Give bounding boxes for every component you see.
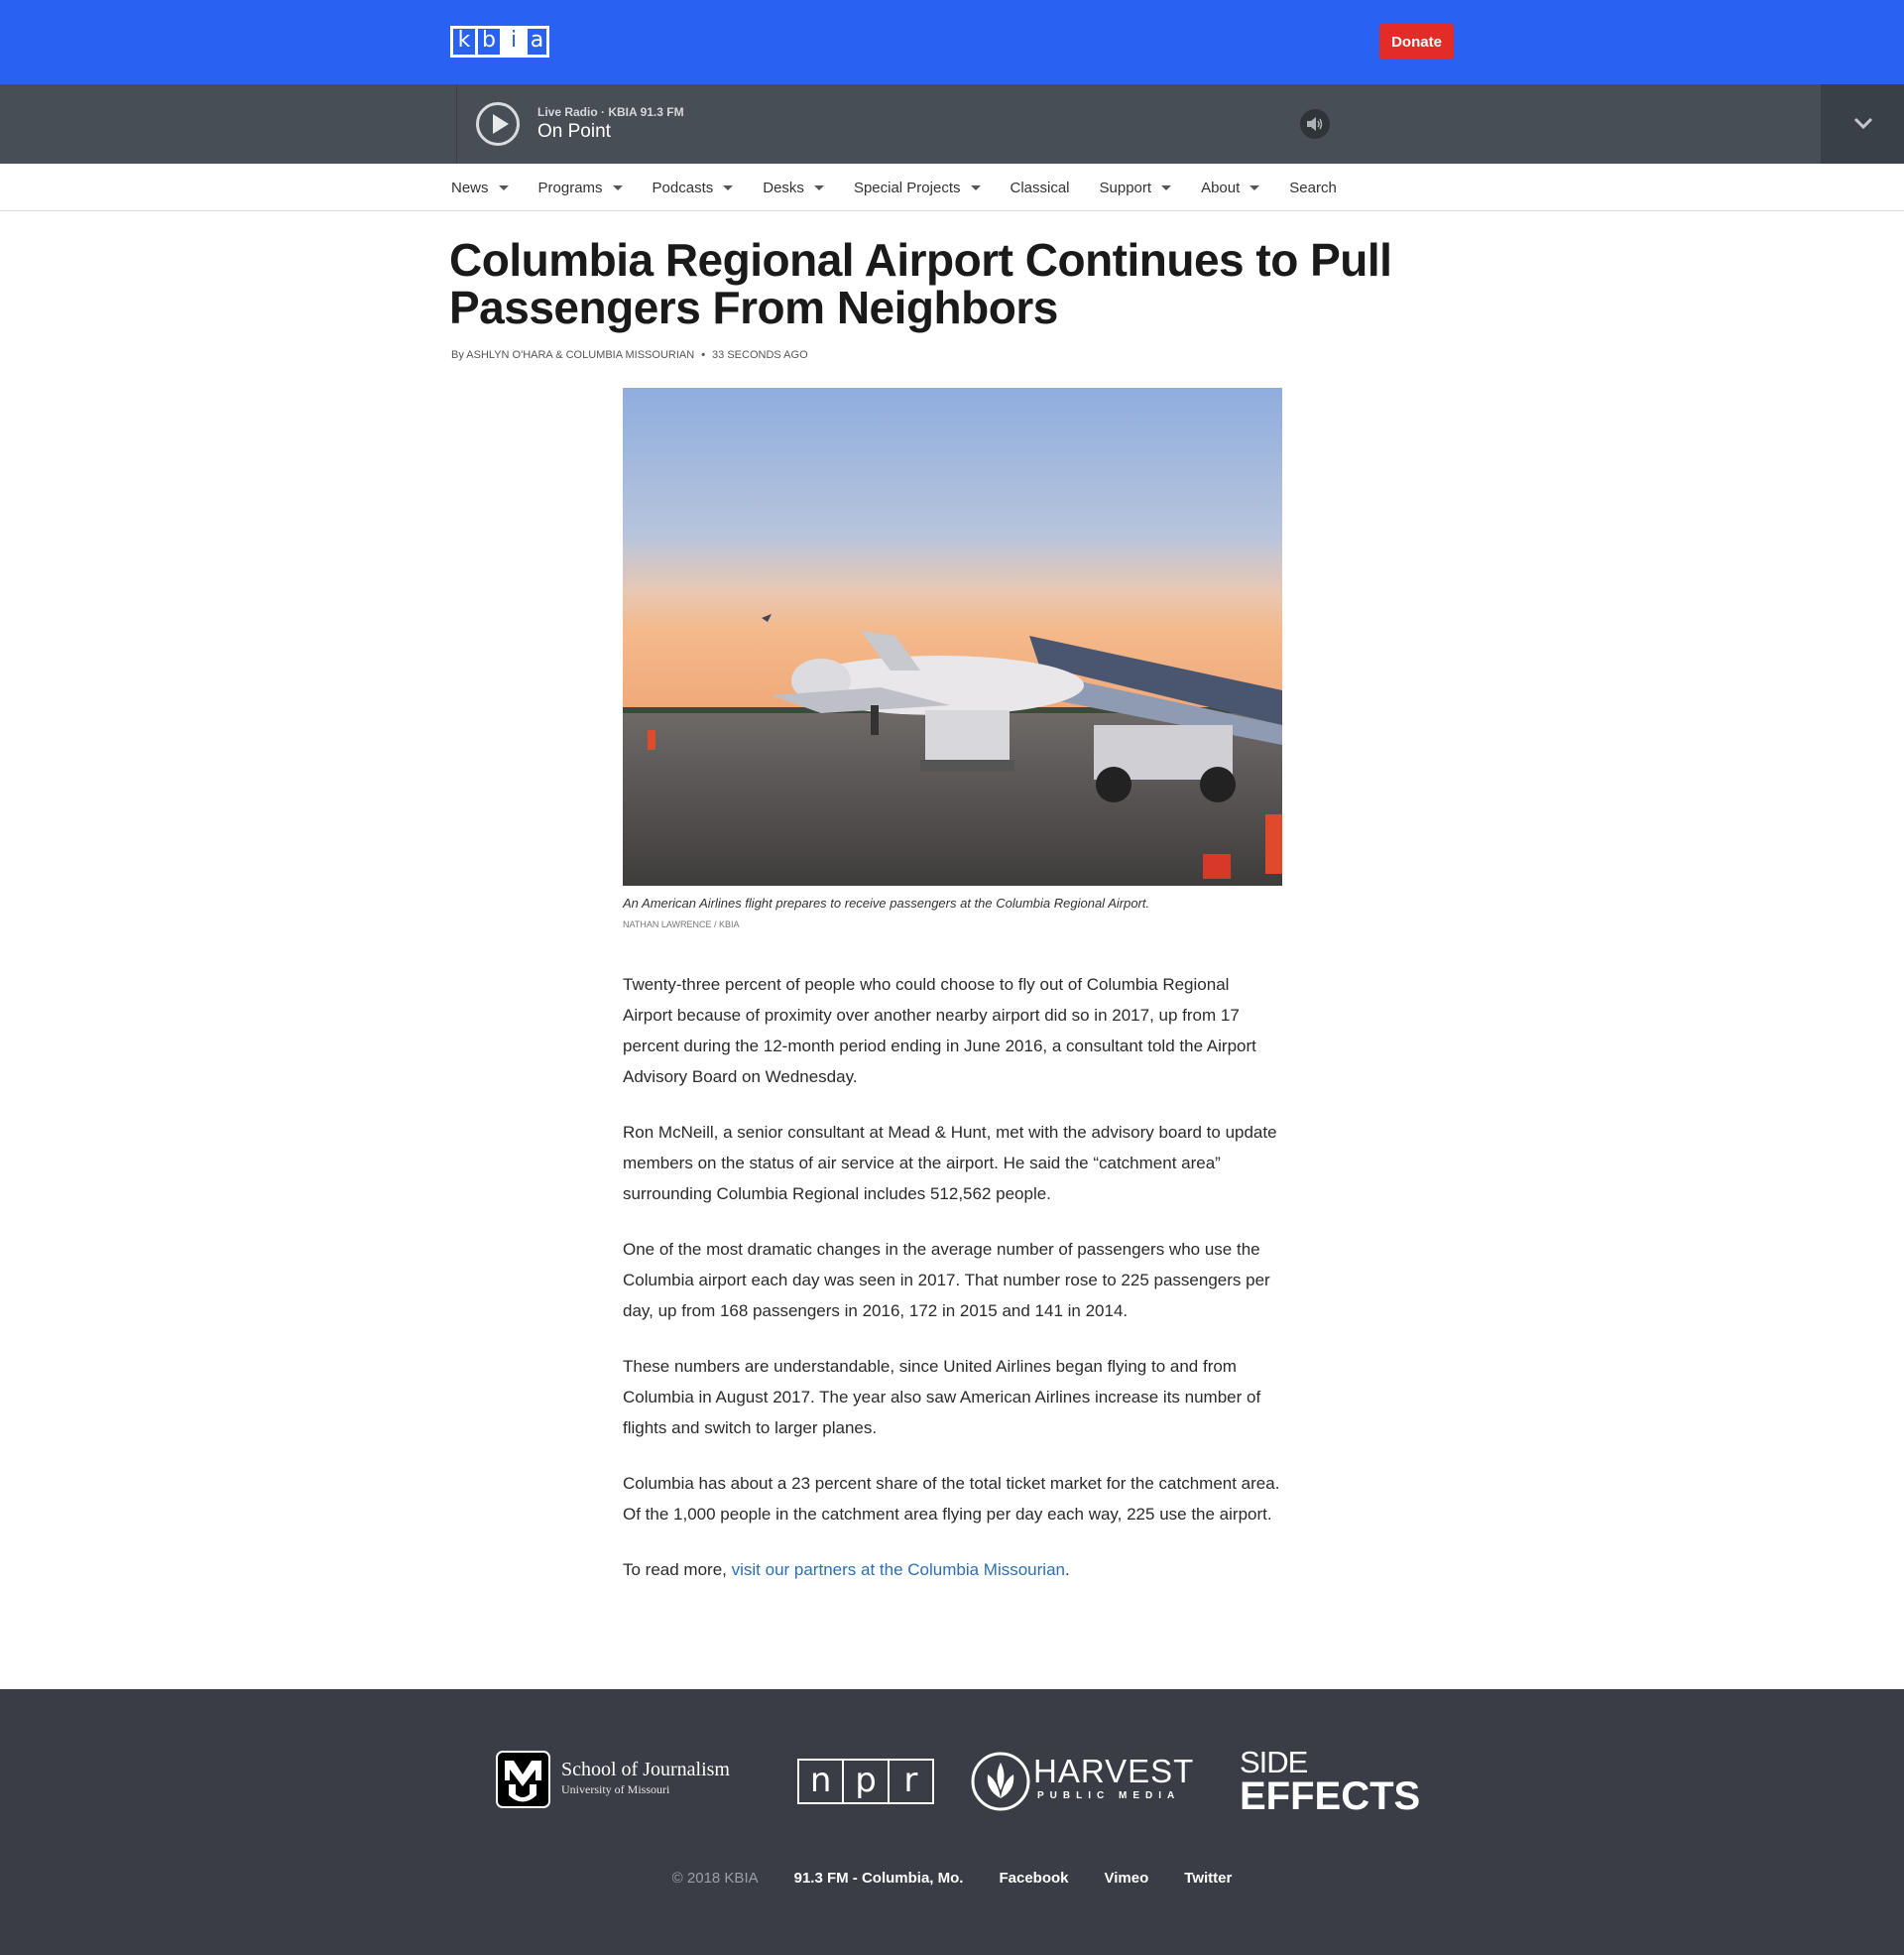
radio-player: Live Radio · KBIA 91.3 FM On Point xyxy=(456,84,1904,164)
nav-item-label: Desks xyxy=(763,179,804,196)
caret-down-icon xyxy=(1161,184,1172,190)
article-paragraph: Ron McNeill, a senior consultant at Mead… xyxy=(623,1123,1277,1203)
harvest-title: HARVEST xyxy=(1033,1753,1195,1789)
play-button[interactable] xyxy=(476,102,520,146)
logo-letter: k xyxy=(450,26,475,58)
speaker-icon xyxy=(1307,117,1323,131)
article-paragraph: Twenty-three percent of people who could… xyxy=(623,975,1256,1086)
caret-down-icon xyxy=(612,184,623,190)
nav-item-label: Search xyxy=(1289,179,1337,196)
donate-button[interactable]: Donate xyxy=(1379,24,1454,60)
nav-item-label: Classical xyxy=(1010,179,1070,196)
nav-item-search[interactable]: Search xyxy=(1289,180,1337,196)
copyright-text: © 2018 KBIA xyxy=(671,1870,759,1887)
harvest-subtitle: PUBLIC MEDIA xyxy=(1037,1790,1181,1801)
read-more-paragraph: To read more, visit our partners at the … xyxy=(623,1554,1282,1585)
kbia-logo[interactable]: k b i a xyxy=(450,26,549,58)
article-paragraph: One of the most dramatic changes in the … xyxy=(623,1240,1270,1320)
byline: By ASHLYN O'HARA & COLUMBIA MISSOURIAN • 3… xyxy=(451,349,808,361)
caret-down-icon xyxy=(498,184,509,190)
article-photo[interactable] xyxy=(623,388,1282,886)
article-headline: Columbia Regional Airport Continues to P… xyxy=(449,234,1392,333)
nav-item-news[interactable]: News xyxy=(451,180,509,196)
publish-time: 33 SECONDS AGO xyxy=(712,349,808,361)
mu-shield-icon xyxy=(496,1751,550,1808)
npr-logo[interactable]: n p r xyxy=(797,1759,934,1804)
play-icon xyxy=(493,114,509,134)
caret-down-icon xyxy=(1250,184,1260,190)
article-paragraph: Columbia has about a 23 percent share of… xyxy=(623,1474,1280,1524)
logo-letter: b xyxy=(475,26,500,58)
nav-item-label: News xyxy=(451,179,489,196)
side-effects-line1: SIDE xyxy=(1240,1745,1308,1779)
nav-item-label: Special Projects xyxy=(853,179,961,196)
main-nav: News Programs Podcasts Desks Special Pro… xyxy=(0,164,1904,211)
author-link[interactable]: By ASHLYN O'HARA & COLUMBIA MISSOURIAN xyxy=(451,349,694,361)
caret-down-icon xyxy=(970,184,981,190)
side-effects-line2: EFFECTS xyxy=(1240,1774,1421,1818)
caret-down-icon xyxy=(723,184,734,190)
npr-letter: r xyxy=(903,1761,918,1800)
read-more-prefix: To read more, xyxy=(623,1560,732,1579)
nav-item-label: Programs xyxy=(537,179,603,196)
logo-letter: i xyxy=(500,26,525,58)
harvest-public-media-logo[interactable]: HARVEST PUBLIC MEDIA xyxy=(970,1751,1213,1814)
station-label: Live Radio · KBIA 91.3 FM xyxy=(537,105,684,119)
nav-item-special-projects[interactable]: Special Projects xyxy=(854,180,981,196)
footer-links: © 2018 KBIA 91.3 FM - Columbia, Mo. Face… xyxy=(0,1870,1904,1887)
chevron-down-icon xyxy=(1853,117,1873,130)
article-body: Twenty-three percent of people who could… xyxy=(623,969,1282,1610)
program-title: On Point xyxy=(537,121,611,142)
harvest-leaf-icon xyxy=(971,1752,1030,1811)
nav-item-label: Podcasts xyxy=(652,179,714,196)
mu-subtitle: University of Missouri xyxy=(561,1782,670,1796)
columbia-missourian-link[interactable]: visit our partners at the Columbia Misso… xyxy=(732,1560,1065,1579)
side-effects-logo[interactable]: SIDE EFFECTS xyxy=(1240,1745,1421,1818)
footer-link-station[interactable]: 91.3 FM - Columbia, Mo. xyxy=(794,1870,964,1887)
mu-journalism-logo[interactable]: School of Journalism University of Misso… xyxy=(496,1751,759,1810)
volume-button[interactable] xyxy=(1300,109,1330,139)
npr-letter: p xyxy=(844,1761,890,1802)
site-footer: School of Journalism University of Misso… xyxy=(0,1689,1904,1955)
nav-item-about[interactable]: About xyxy=(1201,179,1260,196)
top-bar: k b i a Donate xyxy=(0,0,1904,84)
footer-link-facebook[interactable]: Facebook xyxy=(999,1870,1068,1887)
footer-link-twitter[interactable]: Twitter xyxy=(1184,1870,1232,1887)
expand-player-button[interactable] xyxy=(1821,84,1904,164)
caret-down-icon xyxy=(813,184,824,190)
logo-letter: a xyxy=(525,26,549,58)
footer-link-vimeo[interactable]: Vimeo xyxy=(1105,1870,1149,1887)
separator-dot: • xyxy=(701,349,706,361)
radio-player-bar: Live Radio · KBIA 91.3 FM On Point xyxy=(0,84,1904,164)
nav-item-label: Support xyxy=(1099,179,1152,196)
nav-item-support[interactable]: Support xyxy=(1100,180,1172,196)
mu-title: School of Journalism xyxy=(561,1759,730,1780)
airport-photo-image xyxy=(623,388,1282,886)
nav-item-podcasts[interactable]: Podcasts xyxy=(653,180,734,196)
photo-caption: An American Airlines flight prepares to … xyxy=(623,896,1150,911)
article-paragraph: These numbers are understandable, since … xyxy=(623,1357,1261,1437)
nav-item-programs[interactable]: Programs xyxy=(538,180,623,196)
nav-item-classical[interactable]: Classical xyxy=(1011,180,1070,196)
photo-credit: NATHAN LAWRENCE / KBIA xyxy=(623,919,740,929)
npr-letter: n xyxy=(799,1761,845,1802)
nav-item-desks[interactable]: Desks xyxy=(763,180,824,196)
nav-item-label: About xyxy=(1201,179,1241,196)
read-more-suffix: . xyxy=(1064,1560,1070,1579)
